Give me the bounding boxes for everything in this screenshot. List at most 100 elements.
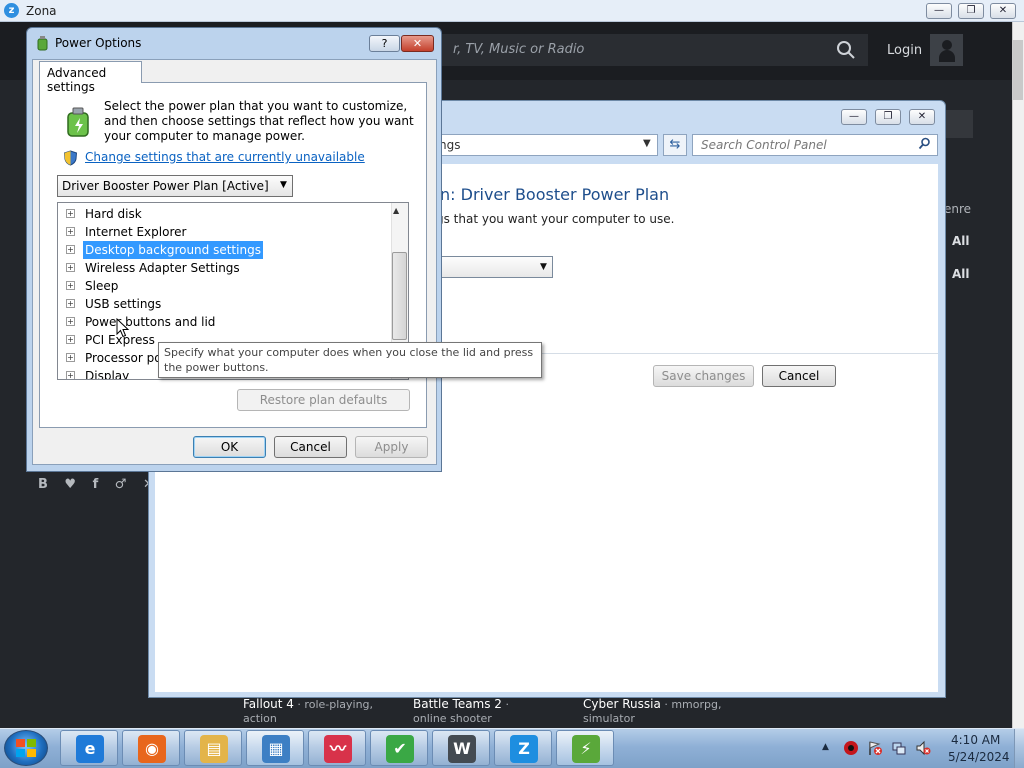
taskbar-zona-wave[interactable]: 〰 xyxy=(308,730,366,766)
network-icon[interactable] xyxy=(891,740,907,756)
filter-all-2[interactable]: All xyxy=(952,267,970,281)
game-card-battle-teams[interactable]: Battle Teams 2 · online shooter xyxy=(413,697,509,728)
clock-time[interactable]: 4:10 AM xyxy=(951,733,1000,747)
tanks-icon: W xyxy=(448,735,476,763)
taskbar-file-explorer[interactable]: ▤ xyxy=(184,730,242,766)
cp-minimize-button[interactable]: — xyxy=(841,109,867,125)
game-genre-2: online shooter xyxy=(413,712,492,725)
show-desktop-button[interactable] xyxy=(1014,729,1024,768)
zona-scrollbar[interactable] xyxy=(1012,22,1024,728)
genre-label: enre xyxy=(944,202,972,216)
expand-icon[interactable]: + xyxy=(66,281,75,290)
apply-button[interactable]: Apply xyxy=(355,436,428,458)
uac-shield-icon xyxy=(63,150,78,166)
filter-all-1[interactable]: All xyxy=(952,234,970,248)
show-hidden-icons-icon[interactable]: ▲ xyxy=(822,742,829,752)
maximize-button[interactable]: ❐ xyxy=(958,3,984,19)
address-bar[interactable]: ngs xyxy=(436,134,658,156)
expand-icon[interactable]: + xyxy=(66,245,75,254)
volume-muted-icon[interactable] xyxy=(915,740,931,756)
internet-explorer-icon: e xyxy=(76,735,104,763)
save-button[interactable]: Save changes xyxy=(653,365,754,387)
avatar[interactable] xyxy=(930,34,963,66)
cancel-button[interactable]: Cancel xyxy=(274,436,347,458)
cp-select[interactable] xyxy=(436,256,553,278)
tree-item-label: Hard disk xyxy=(85,207,142,221)
window-title: Zona xyxy=(26,4,57,18)
cp-maximize-button[interactable]: ❐ xyxy=(875,109,901,125)
chevron-down-icon[interactable]: ▼ xyxy=(643,138,651,149)
tab-advanced-settings[interactable]: Advanced settings xyxy=(39,61,142,94)
clock-date[interactable]: 5/24/2024 xyxy=(948,750,1010,764)
taskbar-world-of-tanks[interactable]: W xyxy=(432,730,490,766)
refresh-icon[interactable]: ⇆ xyxy=(663,134,687,156)
taskbar-firefox[interactable]: ◉ xyxy=(122,730,180,766)
expand-icon[interactable]: + xyxy=(66,335,75,344)
intro-text: Select the power plan that you want to c… xyxy=(104,99,414,143)
expand-icon[interactable]: + xyxy=(66,227,75,236)
tree-item-label: USB settings xyxy=(85,297,162,311)
scroll-up-icon[interactable]: ▲ xyxy=(393,206,399,215)
power-plan-select[interactable]: Driver Booster Power Plan [Active] xyxy=(57,175,293,197)
game-genre-2: simulator xyxy=(583,712,635,725)
expand-icon[interactable]: + xyxy=(66,317,75,326)
firefox-icon: ◉ xyxy=(138,735,166,763)
game-card-fallout[interactable]: Fallout 4 · role-playing, action xyxy=(243,697,373,728)
control-panel-icon: ▦ xyxy=(262,735,290,763)
game-genre: · mmorpg, xyxy=(660,698,722,711)
battery-plug-icon xyxy=(35,35,51,51)
zona-search-input[interactable]: r, TV, Music or Radio xyxy=(433,34,868,66)
battery-plug-icon xyxy=(62,104,96,138)
expand-icon[interactable]: + xyxy=(66,263,75,272)
cancel-button[interactable]: Cancel xyxy=(762,365,836,387)
expand-icon[interactable]: + xyxy=(66,299,75,308)
wave-icon: 〰 xyxy=(324,735,352,763)
close-button[interactable]: ✕ xyxy=(401,35,434,52)
game-genre: · xyxy=(501,698,509,711)
zona-titlebar xyxy=(0,0,1024,22)
restore-defaults-button[interactable]: Restore plan defaults xyxy=(237,389,410,411)
game-title: Battle Teams 2 xyxy=(413,697,502,711)
taskbar-zona[interactable]: Z xyxy=(494,730,552,766)
login-link[interactable]: Login xyxy=(887,43,922,58)
search-icon[interactable] xyxy=(836,40,856,60)
zona-scrollbar-thumb[interactable] xyxy=(1013,40,1023,100)
taskbar-internet-explorer[interactable]: e xyxy=(60,730,118,766)
zona-icon: Z xyxy=(510,735,538,763)
minimize-button[interactable]: — xyxy=(926,3,952,19)
action-center-flag-icon[interactable] xyxy=(867,740,883,756)
dialog-title: Power Options xyxy=(55,36,142,50)
folder-icon: ▤ xyxy=(200,735,228,763)
change-settings-link[interactable]: Change settings that are currently unava… xyxy=(85,150,365,164)
chevron-down-icon[interactable]: ▼ xyxy=(280,180,287,190)
cp-search-input[interactable]: Search Control Panel xyxy=(692,134,938,156)
tree-item-label-selected: Desktop background settings xyxy=(83,241,263,259)
search-icon[interactable] xyxy=(918,137,931,153)
game-title: Cyber Russia xyxy=(583,697,661,711)
taskbar-power-options[interactable]: ⚡ xyxy=(556,730,614,766)
expand-icon[interactable]: + xyxy=(66,353,75,362)
expand-icon[interactable]: + xyxy=(66,209,75,218)
battery-plug-icon: ⚡ xyxy=(572,735,600,763)
help-button[interactable]: ? xyxy=(369,35,400,52)
cp-close-button[interactable]: ✕ xyxy=(909,109,935,125)
tree-scrollbar-thumb[interactable] xyxy=(392,252,407,340)
tree-item-label: Internet Explorer xyxy=(85,225,187,239)
taskbar-control-panel[interactable]: ▦ xyxy=(246,730,304,766)
close-button[interactable]: ✕ xyxy=(990,3,1016,19)
game-genre-2: action xyxy=(243,712,277,725)
shield-icon: ✔ xyxy=(386,735,414,763)
tree-item-label: Sleep xyxy=(85,279,119,293)
chevron-down-icon[interactable]: ▼ xyxy=(540,262,547,272)
expand-icon[interactable]: + xyxy=(66,371,75,379)
game-card-cyber-russia[interactable]: Cyber Russia · mmorpg, simulator xyxy=(583,697,721,728)
tree-item-label: Wireless Adapter Settings xyxy=(85,261,240,275)
antivirus-tray-icon[interactable] xyxy=(843,740,859,756)
social-links[interactable]: B ♥ f ♂ ✕ xyxy=(38,477,160,492)
ok-button[interactable]: OK xyxy=(193,436,266,458)
page-title: n: Driver Booster Power Plan xyxy=(440,185,670,204)
zona-logo-icon: z xyxy=(4,3,19,18)
taskbar-shield[interactable]: ✔ xyxy=(370,730,428,766)
tooltip: Specify what your computer does when you… xyxy=(158,342,542,378)
tree-item-label: Power buttons and lid xyxy=(85,315,216,329)
